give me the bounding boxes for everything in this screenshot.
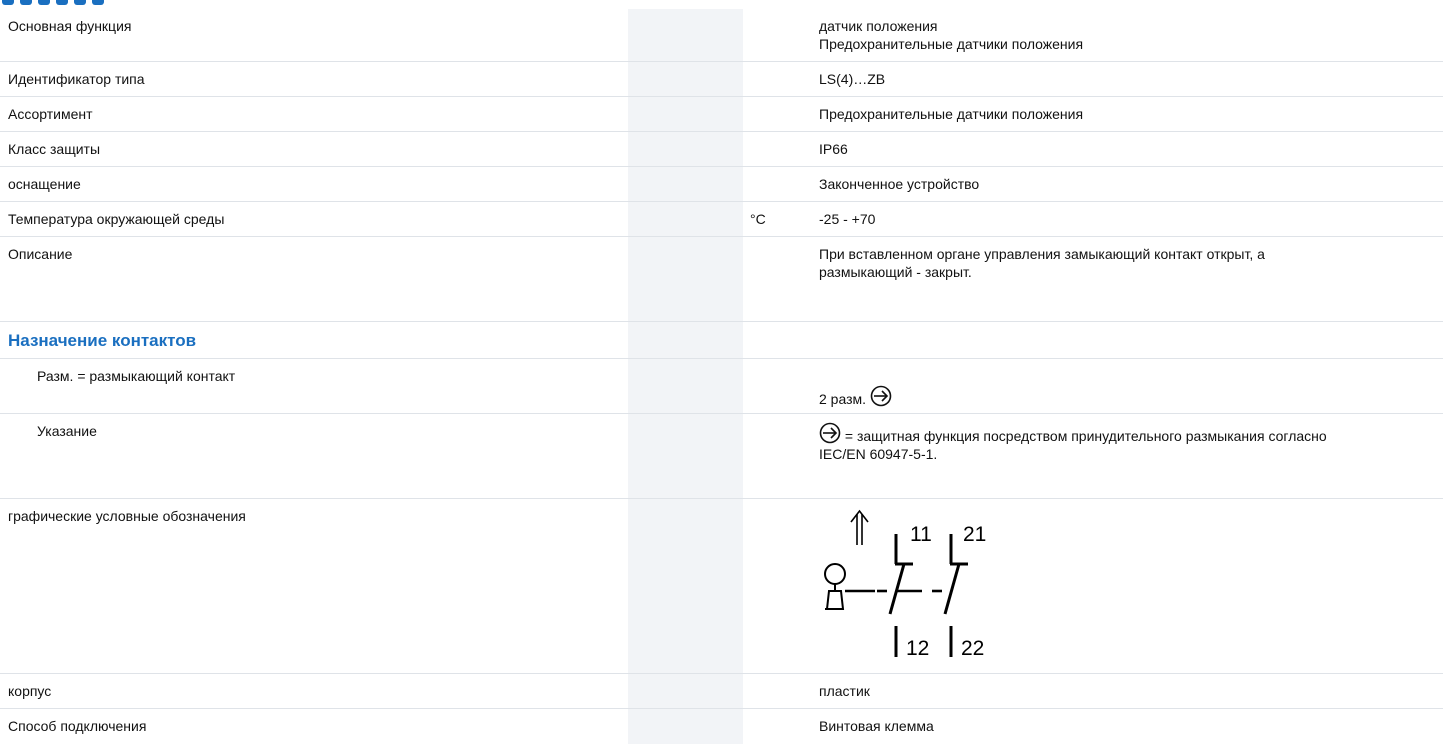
- row-label: Температура окружающей среды: [8, 211, 225, 227]
- row-value: датчик положения Предохранительные датчи…: [819, 18, 1084, 52]
- table-row: корпус пластик: [0, 674, 1443, 709]
- row-label: Указание: [37, 423, 97, 439]
- row-value: Предохранительные датчики положения: [819, 106, 1084, 122]
- row-value: LS(4)…ZB: [819, 71, 886, 87]
- table-row: Способ подключения Винтовая клемма: [0, 709, 1443, 744]
- row-value: пластик: [819, 683, 870, 699]
- table-row: Описание При вставленном органе управлен…: [0, 237, 1443, 322]
- row-value: -25 - +70: [819, 211, 876, 227]
- top-edge: [0, 0, 1443, 9]
- row-label: Основная функция: [8, 18, 132, 34]
- terminal-label: 12: [906, 637, 929, 660]
- row-label: графические условные обозначения: [8, 508, 246, 524]
- row-value: Винтовая клемма: [819, 718, 934, 734]
- table-row: Идентификатор типа LS(4)…ZB: [0, 62, 1443, 97]
- forced-opening-icon: [819, 422, 841, 444]
- row-label: оснащение: [8, 176, 81, 192]
- row-label: Класс защиты: [8, 141, 101, 157]
- row-label: корпус: [8, 683, 52, 699]
- row-label: Описание: [8, 246, 73, 262]
- row-value: При вставленном органе управления замыка…: [819, 246, 1265, 280]
- table-row: Разм. = размыкающий контакт 2 разм.: [0, 359, 1443, 414]
- table-row: Ассортимент Предохранительные датчики по…: [0, 97, 1443, 132]
- nc-value: 2 разм.: [819, 391, 867, 407]
- row-value: Законченное устройство: [819, 176, 980, 192]
- note-text-2: IEC/EN 60947-5-1.: [819, 446, 938, 462]
- table-row: графические условные обозначения 11 21 1…: [0, 499, 1443, 674]
- row-value: 2 разм.: [819, 385, 1443, 408]
- table-row: оснащение Законченное устройство: [0, 167, 1443, 202]
- table-row: Указание = защитная функция посредством …: [0, 414, 1443, 499]
- row-value: IP66: [819, 141, 848, 157]
- spec-table: Основная функция датчик положения Предох…: [0, 9, 1443, 744]
- row-unit: °C: [750, 211, 766, 227]
- contact-symbol-diagram: 11 21 12 22: [824, 509, 986, 660]
- row-label: Способ подключения: [8, 718, 147, 734]
- section-heading-row: Назначение контактов: [0, 322, 1443, 359]
- table-row: Класс защиты IP66: [0, 132, 1443, 167]
- terminal-label: 22: [961, 637, 984, 660]
- note-text: = защитная функция посредством принудите…: [841, 428, 1327, 444]
- cut-off-heading: [2, 0, 152, 5]
- terminal-label: 21: [963, 523, 986, 546]
- table-row: Температура окружающей среды °C -25 - +7…: [0, 202, 1443, 237]
- forced-opening-icon: [870, 385, 892, 407]
- row-label: Идентификатор типа: [8, 71, 145, 87]
- row-value: = защитная функция посредством принудите…: [819, 422, 1443, 463]
- section-title: Назначение контактов: [8, 331, 197, 350]
- row-label: Разм. = размыкающий контакт: [37, 368, 236, 384]
- terminal-label: 11: [910, 523, 932, 546]
- table-row: Основная функция датчик положения Предох…: [0, 9, 1443, 62]
- row-label: Ассортимент: [8, 106, 93, 122]
